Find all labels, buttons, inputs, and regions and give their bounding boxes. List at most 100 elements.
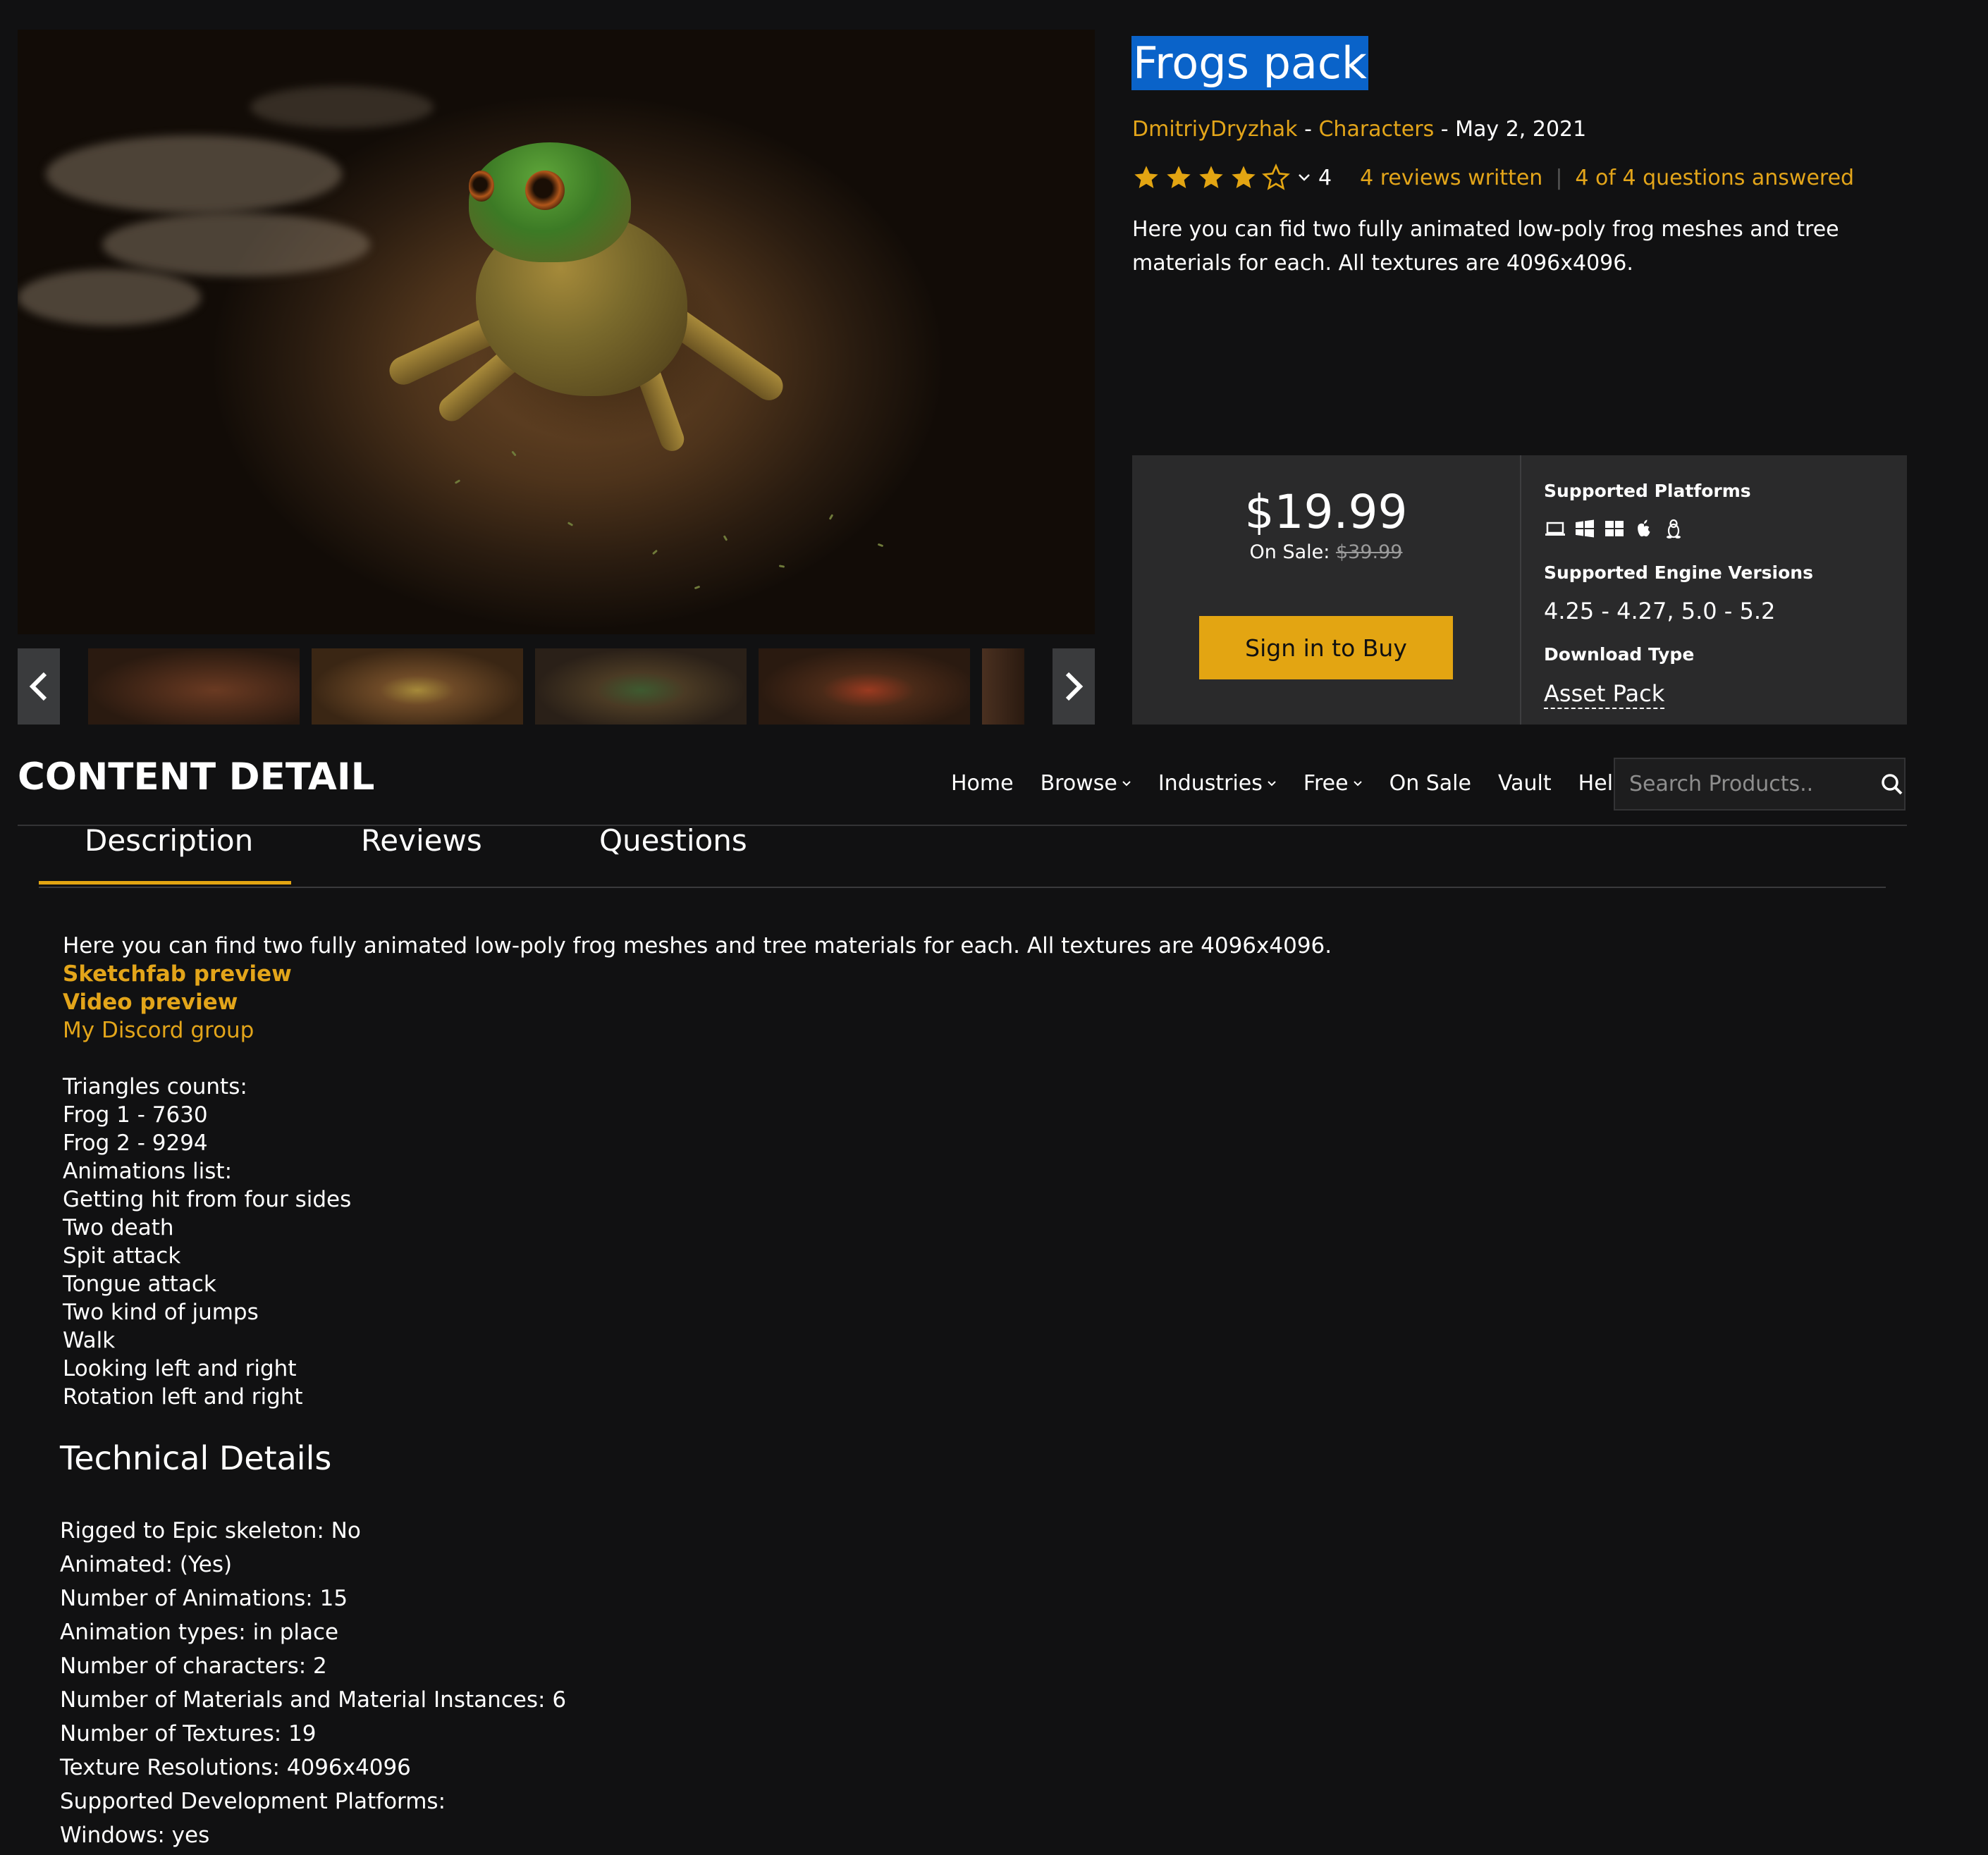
gallery-thumbnail[interactable] xyxy=(535,648,747,725)
questions-link[interactable]: 4 of 4 questions answered xyxy=(1575,166,1854,190)
chevron-down-icon xyxy=(1353,780,1362,786)
nav-label: Vault xyxy=(1497,771,1552,796)
panel-divider xyxy=(1520,455,1521,725)
buy-panel: $19.99 On Sale: $39.99 Sign in to Buy Su… xyxy=(1132,455,1907,725)
apple-icon xyxy=(1638,519,1650,537)
nav-browse[interactable]: Browse xyxy=(1041,771,1131,796)
star-filled-icon xyxy=(1134,166,1158,188)
sketchfab-link[interactable]: Sketchfab preview xyxy=(63,960,1332,988)
tech-line: Number of characters: 2 xyxy=(60,1653,327,1679)
description-line: Walk xyxy=(63,1328,116,1353)
platforms-label: Supported Platforms xyxy=(1544,481,1751,501)
description-line: Two kind of jumps xyxy=(63,1300,259,1325)
chevron-right-icon xyxy=(1065,672,1084,701)
engine-versions-value: 4.25 - 4.27, 5.0 - 5.2 xyxy=(1544,598,1776,624)
gallery-thumbnail[interactable] xyxy=(88,648,300,725)
windows-icon xyxy=(1576,519,1594,538)
linux-icon xyxy=(1667,519,1681,538)
page-title: Frogs pack xyxy=(1131,36,1368,90)
author-link[interactable]: DmitriyDryzhak xyxy=(1132,117,1298,142)
nav-label: Browse xyxy=(1040,771,1117,796)
sign-in-to-buy-button[interactable]: Sign in to Buy xyxy=(1199,616,1453,679)
tab-questions[interactable]: Questions xyxy=(599,823,747,858)
tech-line: Number of Textures: 19 xyxy=(60,1721,317,1746)
nav-on-sale[interactable]: On Sale xyxy=(1389,771,1471,796)
star-filled-icon xyxy=(1167,166,1191,188)
gallery-thumbnail[interactable] xyxy=(982,648,1024,725)
nav-free[interactable]: Free xyxy=(1303,771,1363,796)
product-main-image[interactable] xyxy=(18,30,1095,634)
product-meta: DmitriyDryzhak - Characters - May 2, 202… xyxy=(1132,117,1586,142)
on-sale-label: On Sale: xyxy=(1249,541,1330,563)
description-line: Spit attack xyxy=(63,1243,181,1269)
original-price: $39.99 xyxy=(1335,541,1403,563)
price-section: $19.99 On Sale: $39.99 Sign in to Buy xyxy=(1132,455,1520,725)
platform-icons xyxy=(1544,517,1685,540)
tech-line: Texture Resolutions: 4096x4096 xyxy=(60,1755,411,1780)
tech-line: Animated: (Yes) xyxy=(60,1552,233,1577)
tech-line: Animation types: in place xyxy=(60,1620,339,1645)
description-line: Rotation left and right xyxy=(63,1384,303,1410)
section-title: CONTENT DETAIL xyxy=(18,756,375,799)
search-box xyxy=(1614,758,1906,811)
nav-home[interactable]: Home xyxy=(951,771,1014,796)
gallery-thumbnail[interactable] xyxy=(312,648,523,725)
engine-versions-label: Supported Engine Versions xyxy=(1544,562,1813,583)
nav-label: Industries xyxy=(1158,771,1263,796)
video-preview-link[interactable]: Video preview xyxy=(63,988,1332,1016)
gallery-next-button[interactable] xyxy=(1053,648,1095,725)
tab-description[interactable]: Description xyxy=(85,823,253,858)
download-type-value[interactable]: Asset Pack xyxy=(1544,679,1665,709)
title-wrap: Frogs pack xyxy=(1131,36,1368,90)
meta-separator: - xyxy=(1304,117,1312,142)
star-filled-icon xyxy=(1232,166,1256,188)
nav-label: Home xyxy=(951,771,1014,796)
discord-link[interactable]: My Discord group xyxy=(63,1016,1332,1044)
active-tab-indicator xyxy=(39,881,291,885)
tech-line: Number of Materials and Material Instanc… xyxy=(60,1687,567,1713)
nav-divider xyxy=(18,825,1907,826)
tech-line: Rigged to Epic skeleton: No xyxy=(60,1518,361,1543)
divider: | xyxy=(1555,165,1563,190)
tech-line: Number of Animations: 15 xyxy=(60,1586,348,1611)
search-icon[interactable] xyxy=(1880,772,1904,796)
star-filled-icon xyxy=(1199,166,1223,188)
rating-bar: 4 4 reviews written | 4 of 4 questions a… xyxy=(1132,164,1854,192)
gallery-thumbnail[interactable] xyxy=(759,648,970,725)
sale-info: On Sale: $39.99 xyxy=(1132,541,1520,563)
description-line: Animations list: xyxy=(63,1159,233,1184)
star-rating[interactable]: 4 xyxy=(1132,164,1332,192)
short-description: Here you can fid two fully animated low-… xyxy=(1132,217,1839,276)
description-line: Looking left and right xyxy=(63,1356,297,1381)
description-line: Frog 1 - 7630 xyxy=(63,1102,208,1128)
release-date: May 2, 2021 xyxy=(1455,117,1587,142)
tech-line: Windows: yes xyxy=(60,1823,210,1848)
nav-label: Free xyxy=(1303,771,1349,796)
nav-industries[interactable]: Industries xyxy=(1158,771,1277,796)
category-link[interactable]: Characters xyxy=(1318,117,1434,142)
rating-count: 4 xyxy=(1318,165,1332,190)
top-nav: Home Browse Industries Free On Sale Vaul… xyxy=(951,771,1653,796)
chevron-left-icon xyxy=(29,672,47,701)
description-line: Triangles counts: xyxy=(63,1074,247,1099)
search-input[interactable] xyxy=(1615,771,1863,797)
gallery-prev-button[interactable] xyxy=(18,648,60,725)
tab-reviews[interactable]: Reviews xyxy=(361,823,482,858)
technical-details-heading: Technical Details xyxy=(60,1439,332,1477)
chevron-down-icon xyxy=(1299,174,1310,181)
description-intro: Here you can find two fully animated low… xyxy=(63,933,1332,959)
technical-details-list: Rigged to Epic skeleton: No Animated: (Y… xyxy=(60,1514,566,1852)
tech-line: Supported Development Platforms: xyxy=(60,1789,446,1814)
description-body: Here you can find two fully animated low… xyxy=(63,932,1332,1411)
description-line: Two death xyxy=(63,1215,174,1240)
reviews-link[interactable]: 4 reviews written xyxy=(1360,166,1542,190)
star-empty-icon xyxy=(1262,164,1290,190)
nav-label: On Sale xyxy=(1389,771,1471,796)
chevron-down-icon xyxy=(1122,780,1131,786)
nav-vault[interactable]: Vault xyxy=(1498,771,1552,796)
current-price: $19.99 xyxy=(1244,485,1408,539)
meta-separator: - xyxy=(1440,117,1449,142)
windows-icon xyxy=(1605,521,1624,536)
description-line: Getting hit from four sides xyxy=(63,1187,352,1212)
